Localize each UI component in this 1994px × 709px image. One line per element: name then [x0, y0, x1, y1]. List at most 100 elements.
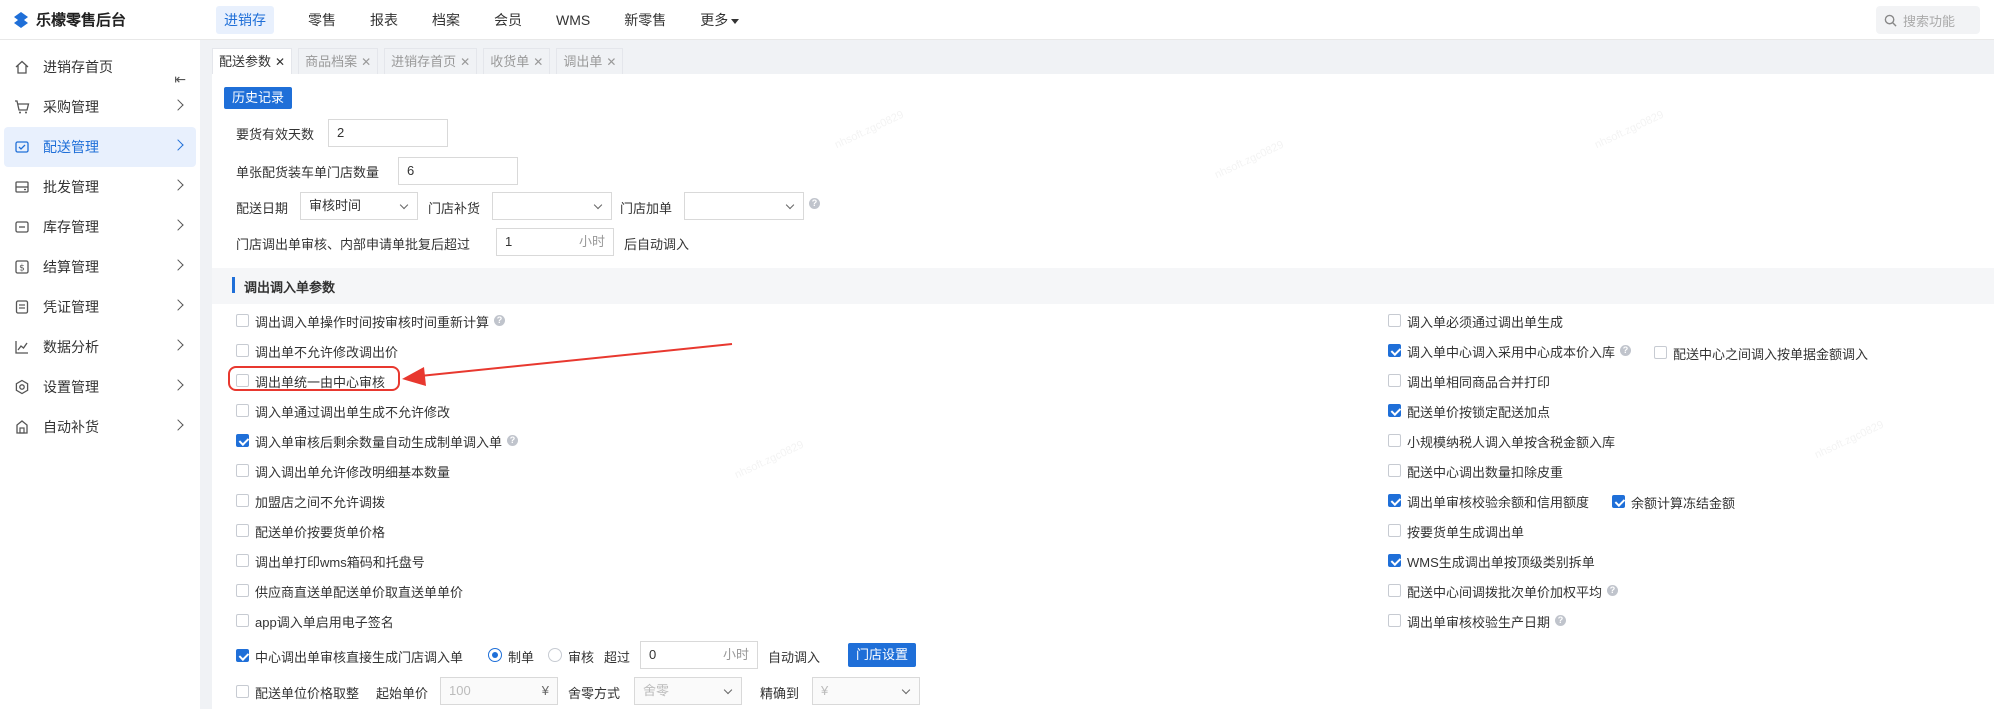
- sidebar-item-delivery[interactable]: 配送管理: [4, 127, 196, 167]
- auto-in-hours-input[interactable]: 1 小时: [496, 228, 614, 256]
- tab-delivery-params[interactable]: 配送参数 ✕: [212, 48, 293, 74]
- precision-value: ¥: [821, 683, 829, 698]
- help-icon[interactable]: ?: [507, 435, 518, 446]
- radio-draft-label: 制单: [508, 650, 535, 665]
- nav-item-more[interactable]: 更多: [690, 0, 749, 40]
- center-transfer-by-amount-checkbox[interactable]: [1654, 346, 1667, 359]
- left-option-label: 配送单价按要货单价格: [255, 525, 386, 540]
- right-option-checkbox[interactable]: [1388, 554, 1401, 567]
- chevron-right-icon: [172, 419, 184, 431]
- help-icon[interactable]: ?: [1620, 345, 1631, 356]
- right-option-checkbox[interactable]: [1388, 614, 1401, 627]
- help-icon[interactable]: ?: [1607, 585, 1618, 596]
- nav-item-new-retail[interactable]: 新零售: [614, 0, 676, 40]
- close-icon[interactable]: ✕: [606, 55, 616, 69]
- left-option-label: app调入单启用电子签名: [255, 615, 394, 630]
- nav-item-wms[interactable]: WMS: [546, 0, 600, 40]
- store-replenish-select[interactable]: [492, 192, 612, 220]
- sidebar-item-stock[interactable]: 库存管理: [0, 207, 200, 247]
- history-button[interactable]: 历史记录: [224, 87, 292, 109]
- freeze-balance-checkbox[interactable]: [1612, 495, 1625, 508]
- start-price-input[interactable]: 100 ¥: [440, 677, 558, 705]
- cart-icon: [15, 100, 30, 114]
- sidebar-item-auto-replenish[interactable]: 自动补货: [0, 407, 200, 447]
- left-option-label: 调入单通过调出单生成不允许修改: [255, 405, 451, 420]
- center-auto-generate-checkbox[interactable]: [236, 649, 249, 662]
- close-icon[interactable]: ✕: [275, 55, 285, 69]
- sidebar-item-label: 采购管理: [43, 99, 99, 115]
- precision-select[interactable]: ¥: [812, 677, 920, 705]
- store-add-select[interactable]: [684, 192, 804, 220]
- left-option-label: 调入调出单允许修改明细基本数量: [255, 465, 451, 480]
- store-setting-button[interactable]: 门店设置: [848, 643, 916, 667]
- left-option-checkbox[interactable]: [236, 434, 249, 447]
- truck-stores-input[interactable]: 6: [398, 157, 518, 185]
- sidebar-item-inventory-home[interactable]: 进销存首页 ⇤: [0, 47, 200, 87]
- close-icon[interactable]: ✕: [361, 55, 371, 69]
- left-option-checkbox[interactable]: [236, 614, 249, 627]
- right-option-label: 配送中心调出数量扣除皮重: [1407, 465, 1564, 480]
- rounding-method-select[interactable]: 舍零: [634, 677, 742, 705]
- tab-transfer-out[interactable]: 调出单 ✕: [556, 48, 624, 74]
- left-option-checkbox[interactable]: [236, 314, 249, 327]
- left-option-checkbox[interactable]: [236, 524, 249, 537]
- right-option-checkbox[interactable]: [1388, 464, 1401, 477]
- right-option-checkbox[interactable]: [1388, 314, 1401, 327]
- nav-item-member[interactable]: 会员: [484, 0, 532, 40]
- valid-days-label: 要货有效天数: [236, 127, 315, 142]
- sidebar-item-settlement[interactable]: $ 结算管理: [0, 247, 200, 287]
- help-icon[interactable]: ?: [809, 198, 820, 209]
- sidebar-item-settings[interactable]: 设置管理: [0, 367, 200, 407]
- store-replenish-label: 门店补货: [428, 201, 481, 216]
- nav-item-reports[interactable]: 报表: [360, 0, 408, 40]
- right-option-checkbox[interactable]: [1388, 374, 1401, 387]
- left-option-checkbox[interactable]: [236, 584, 249, 597]
- right-option-checkbox[interactable]: [1388, 494, 1401, 507]
- right-option-label: 调入单中心调入采用中心成本价入库: [1407, 345, 1616, 360]
- auto-transfer-label: 自动调入: [768, 650, 821, 665]
- sidebar-item-purchase[interactable]: 采购管理: [0, 87, 200, 127]
- sidebar-item-label: 进销存首页: [43, 59, 113, 75]
- left-option-checkbox[interactable]: [236, 404, 249, 417]
- right-option-checkbox[interactable]: [1388, 434, 1401, 447]
- right-option-checkbox[interactable]: [1388, 584, 1401, 597]
- left-option-checkbox[interactable]: [236, 344, 249, 357]
- tab-inventory-home[interactable]: 进销存首页 ✕: [384, 48, 478, 74]
- valid-days-input[interactable]: 2: [328, 119, 448, 147]
- radio-audit[interactable]: [548, 648, 562, 662]
- app-logo[interactable]: 乐檬零售后台: [12, 9, 126, 30]
- close-icon[interactable]: ✕: [533, 55, 543, 69]
- close-icon[interactable]: ✕: [460, 55, 470, 69]
- sidebar-item-label: 批发管理: [43, 179, 99, 195]
- sidebar-item-analytics[interactable]: 数据分析: [0, 327, 200, 367]
- chevron-right-icon: [172, 379, 184, 391]
- center-hours-input[interactable]: 0 小时: [640, 641, 758, 669]
- chevron-down-icon: [785, 200, 795, 210]
- radio-draft[interactable]: [488, 648, 502, 662]
- top-bar: 乐檬零售后台 进销存 零售 报表 档案 会员 WMS 新零售 更多 搜索功能: [0, 0, 1994, 40]
- sidebar-item-wholesale[interactable]: 批发管理: [0, 167, 200, 207]
- nav-item-inventory[interactable]: 进销存: [206, 0, 284, 40]
- search-input[interactable]: 搜索功能: [1876, 6, 1980, 34]
- left-option-checkbox[interactable]: [236, 464, 249, 477]
- right-option-checkbox[interactable]: [1388, 524, 1401, 537]
- left-option-checkbox[interactable]: [236, 554, 249, 567]
- right-option-checkbox[interactable]: [1388, 404, 1401, 417]
- home-icon: [15, 60, 29, 74]
- price-rounding-checkbox[interactable]: [236, 685, 249, 698]
- right-option-checkbox[interactable]: [1388, 344, 1401, 357]
- help-icon[interactable]: ?: [494, 315, 505, 326]
- nav-item-archive[interactable]: 档案: [422, 0, 470, 40]
- help-icon[interactable]: ?: [1555, 615, 1566, 626]
- nav-item-retail[interactable]: 零售: [298, 0, 346, 40]
- delivery-date-select[interactable]: 审核时间: [300, 192, 418, 220]
- chevron-down-icon: [723, 685, 733, 695]
- left-option-checkbox[interactable]: [236, 494, 249, 507]
- inventory-icon: [15, 221, 29, 233]
- sidebar-item-voucher[interactable]: 凭证管理: [0, 287, 200, 327]
- chevron-right-icon: [172, 139, 184, 151]
- left-option-label: 调入单审核后剩余数量自动生成制单调入单: [255, 435, 503, 450]
- tab-receipt[interactable]: 收货单 ✕: [483, 48, 551, 74]
- watermark: nhsoft.zgc0829: [732, 438, 806, 482]
- tab-product-archive[interactable]: 商品档案 ✕: [298, 48, 379, 74]
